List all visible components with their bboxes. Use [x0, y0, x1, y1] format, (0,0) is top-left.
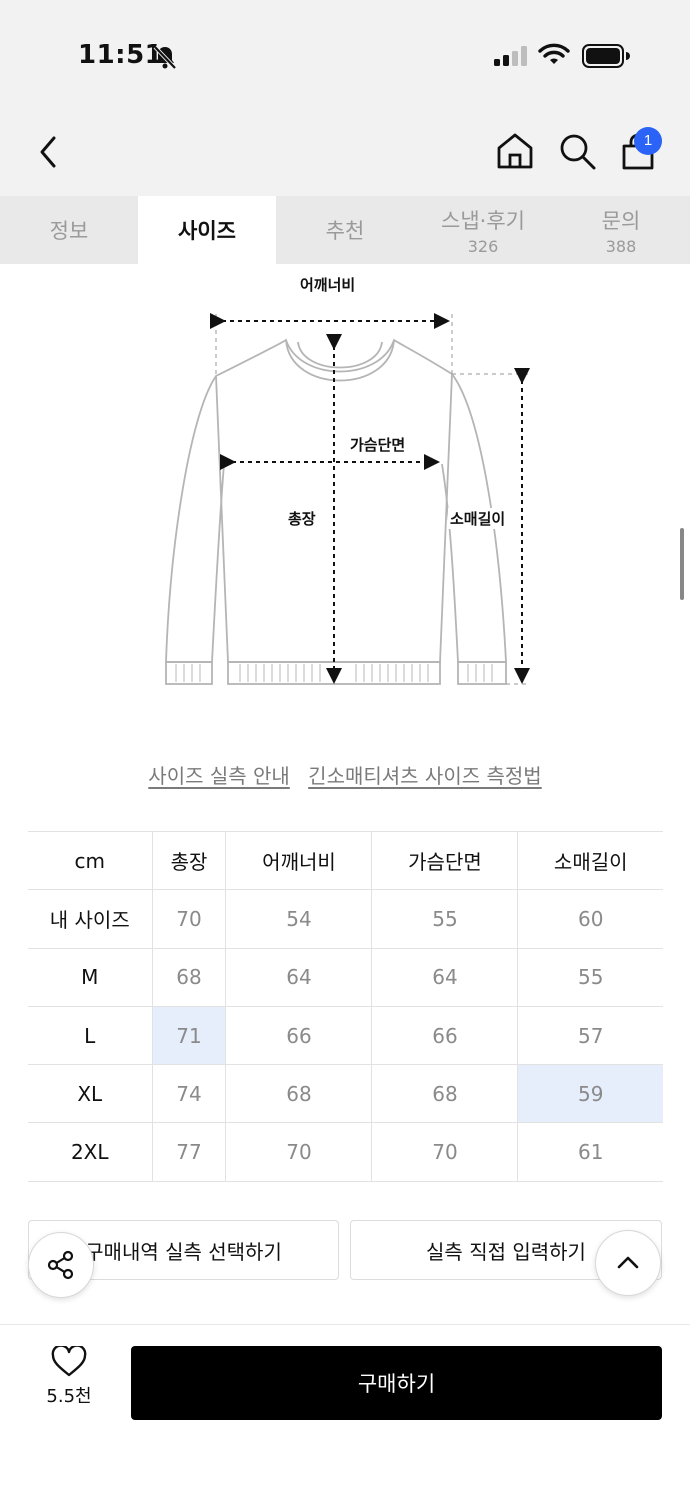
tab-label: 정보 [49, 219, 89, 243]
buy-button[interactable]: 구매하기 [131, 1346, 662, 1420]
table-cell: 70 [152, 889, 227, 949]
table-cell: 68 [152, 947, 227, 1007]
like-count: 5.5천 [46, 1386, 92, 1407]
heart-icon [51, 1346, 87, 1377]
table-cell: 70 [225, 1122, 373, 1182]
table-cell-label: L [28, 1005, 153, 1066]
button-label: 구매내역 실측 선택하기 [85, 1239, 282, 1264]
table-header-row: cm 총장 어깨너비 가슴단면 소매길이 [28, 830, 663, 891]
scrollbar-thumb[interactable] [680, 528, 684, 600]
table-cell-highlighted: 71 [152, 1005, 227, 1066]
tab-label: 스냅·후기 [441, 208, 525, 233]
table-row: L 71 66 66 57 [28, 1005, 663, 1066]
table-cell-label: 내 사이즈 [28, 889, 153, 949]
table-cell-label: 2XL [28, 1122, 153, 1182]
home-icon [497, 133, 533, 169]
tab-bar: 정보 사이즈 추천 스냅·후기 326 문의 388 [0, 196, 690, 264]
wifi-icon [538, 42, 570, 70]
table-header-cell: 가슴단면 [371, 830, 519, 891]
table-row: 2XL 77 70 70 61 [28, 1122, 663, 1182]
table-cell: 70 [371, 1122, 519, 1182]
size-diagram: 어깨너비 가슴단면 총장 소매길이 [150, 264, 550, 704]
tab-snap-review[interactable]: 스냅·후기 326 [414, 196, 552, 264]
search-button[interactable] [556, 130, 598, 172]
table-cell: 68 [225, 1064, 373, 1124]
table-cell-label: XL [28, 1064, 153, 1124]
share-icon [47, 1250, 74, 1280]
table-cell: 66 [225, 1005, 373, 1066]
longsleeve-measure-method-link[interactable]: 긴소매티셔츠 사이즈 측정법 [308, 764, 542, 788]
table-row: 내 사이즈 70 54 55 60 [28, 889, 663, 949]
shoulder-label: 어깨너비 [298, 274, 358, 295]
table-cell: 64 [225, 947, 373, 1007]
table-cell: 54 [225, 889, 373, 949]
tab-label: 문의 [601, 208, 641, 233]
chest-label: 가슴단면 [348, 434, 408, 455]
chevron-left-icon [40, 136, 56, 168]
table-cell: 77 [152, 1122, 227, 1182]
tab-size[interactable]: 사이즈 [138, 196, 276, 264]
table-cell-highlighted: 59 [517, 1064, 663, 1124]
tab-inquiry[interactable]: 문의 388 [552, 196, 690, 264]
table-cell-label: M [28, 947, 153, 1007]
search-icon [560, 134, 596, 170]
table-header-cell: cm [28, 830, 153, 891]
length-label: 총장 [286, 508, 318, 529]
size-measure-guide-link[interactable]: 사이즈 실측 안내 [148, 764, 290, 788]
table-cell: 60 [517, 889, 663, 949]
tab-recommend[interactable]: 추천 [276, 196, 414, 264]
table-row: M 68 64 64 55 [28, 947, 663, 1007]
buy-button-label: 구매하기 [357, 1372, 436, 1396]
table-header-cell: 총장 [152, 830, 227, 891]
table-header-cell: 어깨너비 [225, 830, 373, 891]
table-cell: 68 [371, 1064, 519, 1124]
cellular-signal-icon [494, 46, 528, 70]
table-cell: 74 [152, 1064, 227, 1124]
sleeve-label: 소매길이 [448, 508, 508, 529]
table-cell: 66 [371, 1005, 519, 1066]
size-guide-links: 사이즈 실측 안내 긴소매티셔츠 사이즈 측정법 [0, 760, 690, 789]
like-button[interactable]: 5.5천 [34, 1346, 104, 1416]
status-time: 11:51 [78, 40, 164, 70]
table-cell: 55 [371, 889, 519, 949]
battery-icon [582, 44, 630, 72]
table-cell: 64 [371, 947, 519, 1007]
tab-label: 추천 [325, 219, 365, 243]
table-header-cell: 소매길이 [517, 830, 663, 891]
chevron-up-icon [617, 1256, 639, 1269]
share-button[interactable] [28, 1232, 94, 1298]
tab-count: 326 [467, 236, 499, 256]
size-table: cm 총장 어깨너비 가슴단면 소매길이 내 사이즈 70 54 55 60 M… [28, 830, 663, 1182]
tab-count: 388 [605, 236, 637, 256]
sweatshirt-outline-icon [165, 313, 530, 685]
bell-off-icon [152, 44, 178, 74]
back-button[interactable] [32, 130, 68, 174]
table-cell: 55 [517, 947, 663, 1007]
home-button[interactable] [494, 130, 536, 172]
tab-label: 사이즈 [178, 219, 236, 243]
tab-info[interactable]: 정보 [0, 196, 138, 264]
button-label: 실측 직접 입력하기 [426, 1239, 586, 1264]
cart-count-badge: 1 [634, 127, 662, 155]
table-cell: 57 [517, 1005, 663, 1066]
table-row: XL 74 68 68 59 [28, 1064, 663, 1124]
table-cell: 61 [517, 1122, 663, 1182]
scroll-to-top-button[interactable] [595, 1230, 661, 1296]
